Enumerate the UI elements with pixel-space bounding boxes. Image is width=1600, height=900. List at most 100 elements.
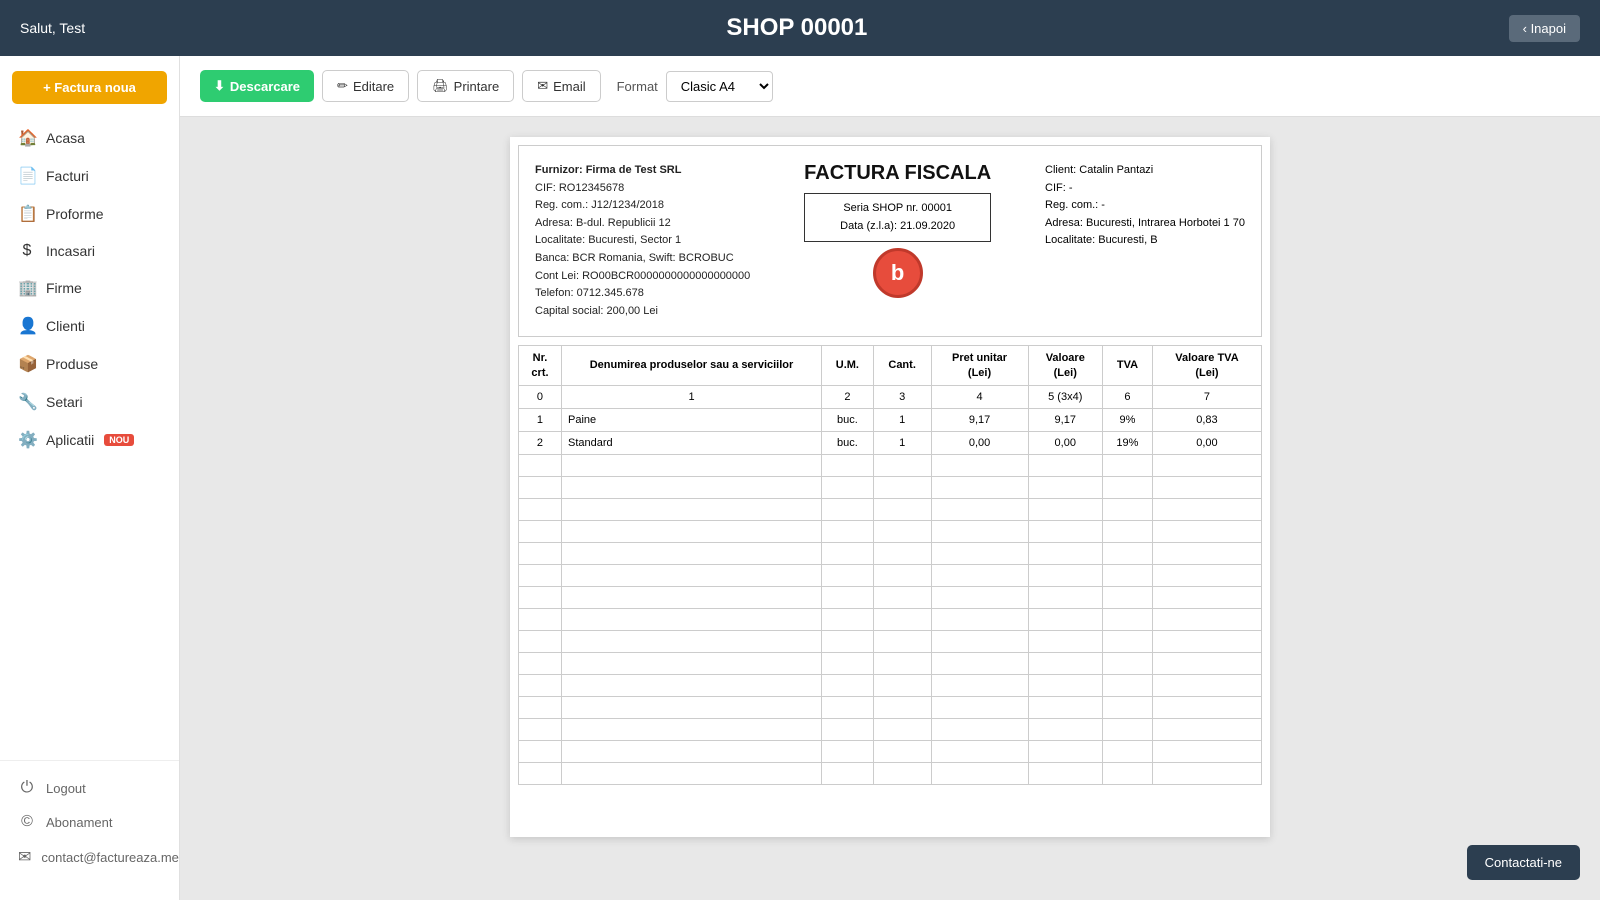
download-label: Descarcare [230, 79, 300, 94]
sidebar-item-acasa[interactable]: 🏠 Acasa [0, 119, 179, 157]
table-row-0: 0 1 2 3 4 5 (3x4) 6 7 [519, 385, 1262, 408]
sidebar-item-clienti[interactable]: 👤 Clienti [0, 307, 179, 345]
contact-button[interactable]: Contactati-ne [1467, 845, 1580, 880]
table-row-2: 2 Standard buc. 1 0,00 0,00 19% 0,00 [519, 431, 1262, 454]
table-row-empty [519, 608, 1262, 630]
building-icon: 🏢 [18, 278, 36, 298]
logout-icon: ⏻ [18, 779, 36, 797]
supplier-cif: CIF: RO12345678 [535, 180, 750, 198]
back-button[interactable]: ‹ Inapoi [1509, 15, 1580, 42]
table-row-empty [519, 652, 1262, 674]
sidebar-item-proforme[interactable]: 📋 Proforme [0, 195, 179, 233]
sidebar-item-aplicatii[interactable]: ⚙️ Aplicatii NOU [0, 421, 179, 459]
invoice-series-box: Seria SHOP nr. 00001 Data (z.l.a): 21.09… [804, 193, 991, 242]
table-row-empty [519, 454, 1262, 476]
content-area: ⬇ Descarcare ✏ Editare 🖨 Printare ✉ Emai… [180, 56, 1600, 900]
cell-um: buc. [822, 431, 874, 454]
table-row-empty [519, 630, 1262, 652]
cell-val-tva: 7 [1152, 385, 1261, 408]
sidebar-item-setari[interactable]: 🔧 Setari [0, 383, 179, 421]
gear-icon: ⚙️ [18, 430, 36, 450]
email-button[interactable]: ✉ Email [522, 70, 600, 102]
client-info: Client: Catalin Pantazi CIF: - Reg. com.… [1045, 162, 1245, 250]
supplier-capital: Capital social: 200,00 Lei [535, 303, 750, 321]
col-valoare: Valoare(Lei) [1028, 346, 1102, 386]
sidebar-item-label: Firme [46, 280, 82, 296]
sidebar-item-label: Proforme [46, 206, 104, 222]
download-icon: ⬇ [214, 78, 225, 94]
table-row-empty [519, 718, 1262, 740]
edit-button[interactable]: ✏ Editare [322, 70, 409, 102]
table-row-empty [519, 740, 1262, 762]
client-localitate: Localitate: Bucuresti, B [1045, 232, 1245, 250]
cell-val-tva: 0,00 [1152, 431, 1261, 454]
invoice-data: Data (z.l.a): 21.09.2020 [817, 218, 978, 236]
table-row-empty [519, 762, 1262, 784]
edit-icon: ✏ [337, 78, 348, 94]
cell-tva: 6 [1102, 385, 1152, 408]
sidebar-item-produse[interactable]: 📦 Produse [0, 345, 179, 383]
col-nr: Nr.crt. [519, 346, 562, 386]
client-adresa: Adresa: Bucuresti, Intrarea Horbotei 1 7… [1045, 215, 1245, 233]
cell-nr: 0 [519, 385, 562, 408]
print-button[interactable]: 🖨 Printare [417, 70, 514, 102]
sidebar-item-label: Facturi [46, 168, 89, 184]
new-invoice-button[interactable]: + Factura noua [12, 71, 167, 104]
invoice-title: FACTURA FISCALA [804, 162, 991, 185]
sidebar-nav: 🏠 Acasa 📄 Facturi 📋 Proforme $ Incasari … [0, 119, 179, 760]
sidebar-item-abonament[interactable]: © Abonament [0, 805, 179, 839]
col-denumire: Denumirea produselor sau a serviciilor [561, 346, 821, 386]
table-row-empty [519, 476, 1262, 498]
company-logo: b [873, 248, 923, 298]
new-badge: NOU [104, 434, 134, 446]
cell-valoare: 9,17 [1028, 408, 1102, 431]
format-select[interactable]: Clasic A4 Modern A4 Minimal A4 [666, 71, 773, 102]
cell-pret: 0,00 [931, 431, 1028, 454]
client-name: Client: Catalin Pantazi [1045, 162, 1245, 180]
cell-denumire: Paine [561, 408, 821, 431]
box-icon: 📦 [18, 354, 36, 374]
subscription-icon: © [18, 813, 36, 831]
cell-denumire: Standard [561, 431, 821, 454]
sidebar-item-incasari[interactable]: $ Incasari [0, 233, 179, 269]
cell-pret: 4 [931, 385, 1028, 408]
sidebar-item-firme[interactable]: 🏢 Firme [0, 269, 179, 307]
table-row-empty [519, 542, 1262, 564]
document-icon: 📄 [18, 166, 36, 186]
cell-valoare: 0,00 [1028, 431, 1102, 454]
cell-tva: 19% [1102, 431, 1152, 454]
email-icon: ✉ [18, 847, 31, 867]
supplier-info: Furnizor: Firma de Test SRL CIF: RO12345… [535, 162, 750, 320]
logo-text: b [891, 260, 904, 286]
navbar: Salut, Test SHOP 00001 ‹ Inapoi [0, 0, 1600, 56]
cell-valoare: 5 (3x4) [1028, 385, 1102, 408]
sidebar-item-label: Setari [46, 394, 83, 410]
download-button[interactable]: ⬇ Descarcare [200, 70, 314, 102]
supplier-cont: Cont Lei: RO00BCR0000000000000000000 [535, 268, 750, 286]
supplier-telefon: Telefon: 0712.345.678 [535, 285, 750, 303]
client-reg: Reg. com.: - [1045, 197, 1245, 215]
cell-cant: 1 [873, 431, 931, 454]
sidebar-item-logout[interactable]: ⏻ Logout [0, 771, 179, 805]
sidebar-item-facturi[interactable]: 📄 Facturi [0, 157, 179, 195]
main-layout: + Factura noua 🏠 Acasa 📄 Facturi 📋 Profo… [0, 56, 1600, 900]
invoice-header: Furnizor: Firma de Test SRL CIF: RO12345… [518, 145, 1262, 337]
sidebar-item-label: Clienti [46, 318, 85, 334]
print-label: Printare [454, 79, 500, 94]
wrench-icon: 🔧 [18, 392, 36, 412]
table-row-empty [519, 564, 1262, 586]
supplier-name: Furnizor: Firma de Test SRL [535, 162, 750, 180]
col-um: U.M. [822, 346, 874, 386]
invoice-seria: Seria SHOP nr. 00001 [817, 200, 978, 218]
cell-tva: 9% [1102, 408, 1152, 431]
print-icon: 🖨 [432, 78, 449, 94]
supplier-adresa: Adresa: B-dul. Republicii 12 [535, 215, 750, 233]
table-row-1: 1 Paine buc. 1 9,17 9,17 9% 0,83 [519, 408, 1262, 431]
supplier-localitate: Localitate: Bucuresti, Sector 1 [535, 232, 750, 250]
clipboard-icon: 📋 [18, 204, 36, 224]
sidebar-item-label: Acasa [46, 130, 85, 146]
table-header-row: Nr.crt. Denumirea produselor sau a servi… [519, 346, 1262, 386]
person-icon: 👤 [18, 316, 36, 336]
sidebar-item-contact-email[interactable]: ✉ contact@factureaza.me [0, 839, 179, 875]
cell-cant: 1 [873, 408, 931, 431]
